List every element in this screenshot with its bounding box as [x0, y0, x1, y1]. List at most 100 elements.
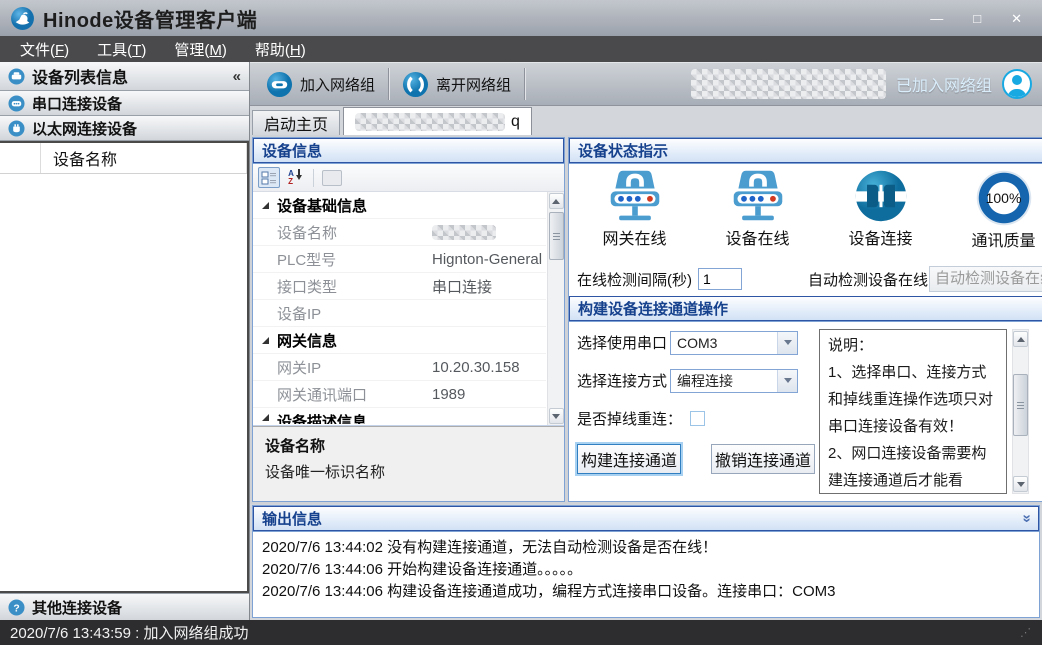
scroll-up-button[interactable] [1013, 331, 1028, 347]
scroll-down-button[interactable] [549, 408, 564, 424]
property-row[interactable]: 接口类型 串口连接 [253, 273, 546, 300]
device-table-header: 设备名称 [0, 143, 247, 174]
auto-detect-button[interactable]: 自动检测设备在线 [929, 266, 1042, 292]
property-row[interactable]: 设备名称 [253, 219, 546, 246]
categorized-view-icon [261, 171, 277, 185]
tab-bar: 启动主页 q [250, 106, 1042, 135]
device-connect-indicator: 设备连接 [819, 168, 942, 262]
selector-column-header[interactable] [0, 143, 41, 173]
destroy-channel-button[interactable]: 撤销连接通道 [711, 444, 815, 474]
sidebar-item-label: 其他连接设备 [32, 597, 122, 618]
property-pages-icon [322, 170, 342, 186]
property-description-text: 设备唯一标识名称 [265, 461, 552, 482]
sidebar-item-ethernet-devices[interactable]: 以太网连接设备 [0, 116, 249, 141]
dropdown-arrow-icon[interactable] [777, 332, 797, 354]
category-expander [253, 219, 277, 245]
menu-item[interactable]: 帮助(H) [241, 36, 320, 63]
property-grid-scrollbar[interactable] [547, 192, 564, 425]
property-row[interactable]: 设备基础信息 [253, 192, 546, 219]
redacted-value [432, 225, 496, 240]
property-row[interactable]: 设备IP [253, 300, 546, 327]
scroll-down-button[interactable] [1013, 476, 1028, 492]
connect-mode-combobox[interactable]: 编程连接 [670, 369, 798, 393]
sidebar-item-other-devices[interactable]: ? 其他连接设备 [0, 593, 249, 620]
join-network-icon [266, 71, 293, 98]
tab-home[interactable]: 启动主页 [252, 110, 340, 135]
property-grid-toolbar: AZ [253, 164, 564, 192]
device-list-sidebar: 设备列表信息 « 串口连接设备 以太网连接设备 设备名称 [0, 62, 250, 620]
title-bar: Hinode设备管理客户端 — □ ✕ [0, 0, 1042, 36]
status-bar: 2020/7/6 13:43:59 : 加入网络组成功 ⋰ [0, 620, 1042, 645]
property-description-box: 设备名称 设备唯一标识名称 [253, 426, 564, 501]
category-expander [253, 354, 277, 380]
gateway-online-icon [606, 168, 664, 224]
device-info-header: 设备信息 [253, 138, 564, 164]
status-indicators: 网关在线 设备在线 [569, 164, 1042, 262]
property-row[interactable]: 网关IP 10.20.30.158 [253, 354, 546, 381]
user-avatar[interactable] [1002, 69, 1032, 99]
content-area: 设备信息 AZ [250, 135, 1042, 504]
question-icon: ? [8, 599, 25, 616]
resize-grip[interactable]: ⋰ [1020, 626, 1032, 639]
redacted-user-info [691, 69, 886, 99]
maximize-button[interactable]: □ [973, 12, 981, 25]
property-row[interactable]: 设备描述信息 [253, 408, 546, 424]
device-name-column-header[interactable]: 设备名称 [41, 143, 247, 173]
dropdown-arrow-icon[interactable] [777, 370, 797, 392]
output-panel: 输出信息 « 2020/7/6 13:44:02 没有构建连接通道，无法自动检测… [252, 505, 1040, 618]
scroll-thumb[interactable] [1013, 374, 1028, 436]
toolbar-separator [524, 68, 525, 100]
sidebar-item-serial-devices[interactable]: 串口连接设备 [0, 91, 249, 116]
device-table-body[interactable] [0, 174, 247, 591]
interval-input[interactable] [698, 268, 742, 290]
category-expander [253, 411, 277, 424]
categorize-button[interactable] [258, 167, 280, 188]
property-row[interactable]: 网关信息 [253, 327, 546, 354]
status-bar-text: 2020/7/6 13:43:59 : 加入网络组成功 [10, 622, 248, 643]
menu-bar: 文件(F) 工具(T) 管理(M) 帮助(H) [0, 36, 1042, 62]
channel-panel-header: 构建设备连接通道操作 [569, 296, 1042, 322]
app-logo-icon [10, 6, 35, 31]
sidebar-header[interactable]: 设备列表信息 « [0, 62, 249, 91]
svg-text:?: ? [13, 603, 19, 614]
serial-port-combobox[interactable]: COM3 [670, 331, 798, 355]
leave-network-icon [402, 71, 429, 98]
sidebar-item-label: 以太网连接设备 [32, 118, 137, 139]
app-window: Hinode设备管理客户端 — □ ✕ 文件(F) 工具(T) 管理(M) 帮助… [0, 0, 1042, 645]
sort-alphabetical-button[interactable]: AZ [284, 167, 306, 188]
sidebar-title: 设备列表信息 [32, 64, 128, 88]
category-expander [253, 381, 277, 407]
reconnect-checkbox[interactable] [690, 411, 705, 426]
redacted-tab-title [355, 113, 505, 131]
collapse-output-icon[interactable]: « [1018, 514, 1033, 522]
build-channel-button[interactable]: 构建连接通道 [577, 444, 681, 474]
sort-arrow-icon [296, 175, 302, 180]
comm-quality-value: 100% [986, 190, 1022, 206]
menu-item[interactable]: 工具(T) [83, 36, 160, 63]
property-row[interactable]: 网关通讯端口 1989 [253, 381, 546, 408]
menu-item[interactable]: 文件(F) [6, 36, 83, 63]
comm-quality-indicator: 100% 通讯质量 [942, 168, 1042, 262]
leave-network-button[interactable]: 离开网络组 [392, 68, 521, 101]
scroll-thumb[interactable] [549, 212, 564, 260]
close-button[interactable]: ✕ [1011, 12, 1022, 25]
scroll-up-button[interactable] [549, 193, 564, 209]
output-log: 2020/7/6 13:44:02 没有构建连接通道，无法自动检测设备是否在线！… [253, 532, 1039, 617]
property-row[interactable]: PLC型号 Hignton-General [253, 246, 546, 273]
minimize-button[interactable]: — [930, 12, 943, 25]
instructions-scrollbar[interactable] [1012, 329, 1029, 494]
mode-select-label: 选择连接方式 [577, 370, 667, 391]
property-pages-button[interactable] [321, 167, 343, 188]
device-table: 设备名称 [0, 141, 249, 593]
property-grid: 设备基础信息 设备名称 PL [253, 192, 564, 426]
device-status-panel: 设备状态指示 网关在线 [568, 137, 1042, 502]
collapse-sidebar-icon[interactable]: « [233, 68, 241, 85]
auto-detect-label: 自动检测设备在线 [808, 269, 928, 290]
reconnect-label: 是否掉线重连： [577, 408, 682, 429]
join-network-button[interactable]: 加入网络组 [256, 68, 385, 101]
tab-device[interactable]: q [343, 107, 532, 135]
device-list-icon [8, 68, 25, 85]
menu-item[interactable]: 管理(M) [160, 36, 241, 63]
device-online-icon [729, 168, 787, 224]
ethernet-icon [8, 120, 25, 137]
